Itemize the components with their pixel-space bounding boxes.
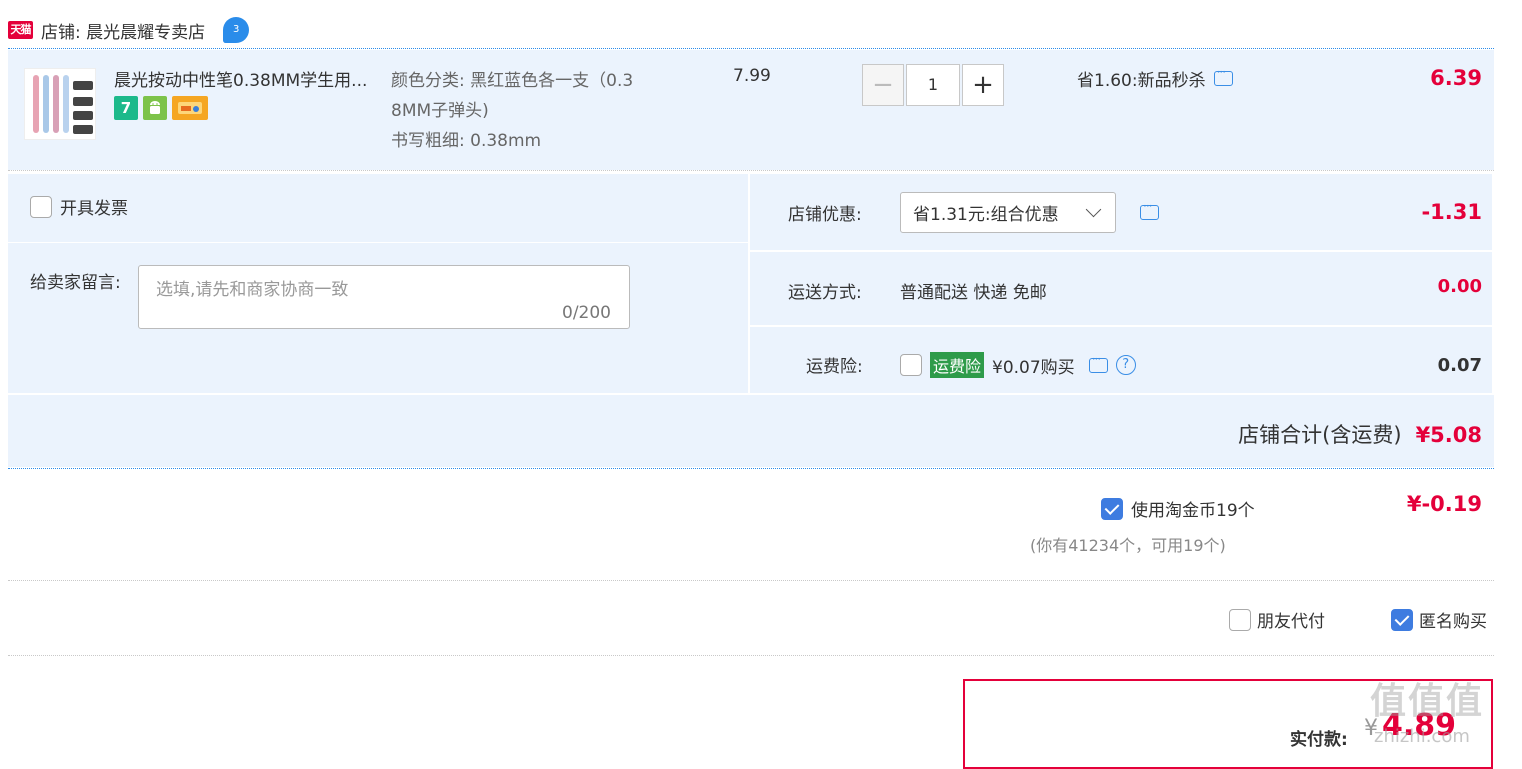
- chat-icon[interactable]: [1140, 199, 1159, 220]
- service-icons: 7: [114, 96, 208, 120]
- store-discount-value: -1.31: [1421, 200, 1482, 224]
- coin-label: 使用淘金币19个: [1131, 501, 1255, 521]
- help-icon[interactable]: ?: [1115, 355, 1136, 375]
- message-counter: 0/200: [562, 303, 611, 323]
- store-discount-selected: 省1.31元:组合优惠: [913, 205, 1059, 225]
- attr-color: 颜色分类: 黑红蓝色各一支（0.3: [391, 71, 634, 91]
- quantity-input[interactable]: 1: [906, 64, 960, 106]
- friend-pay-checkbox[interactable]: [1229, 608, 1251, 631]
- divider: [8, 468, 1494, 469]
- water-drop-icon[interactable]: 3: [223, 17, 250, 43]
- card-icon: [172, 96, 208, 120]
- unit-price: 7.99: [733, 66, 771, 86]
- insurance-fee: 0.07: [1437, 355, 1482, 376]
- store-total: 店铺合计(含运费) ¥5.08: [1238, 419, 1482, 449]
- insurance-badge: 运费险: [930, 352, 985, 378]
- anonymous-option[interactable]: 匿名购买: [1391, 607, 1487, 632]
- store-total-amount: ¥5.08: [1415, 423, 1482, 447]
- coin-note: (你有41234个，可用19个): [1030, 536, 1226, 555]
- message-placeholder: 选填,请先和商家协商一致: [156, 280, 349, 300]
- store-total-label: 店铺合计(含运费): [1238, 423, 1402, 447]
- promo-text: 省1.60:新品秒杀: [1077, 71, 1206, 91]
- coin-option[interactable]: 使用淘金币19个: [1101, 496, 1255, 521]
- friend-pay-label: 朋友代付: [1257, 612, 1325, 632]
- store-header: 天猫 店铺: 晨光晨耀专卖店 3: [8, 12, 250, 48]
- payment-label: 实付款:: [1290, 730, 1348, 750]
- watermark-logo: 值值值: [1370, 681, 1485, 722]
- divider: [8, 170, 1494, 171]
- chat-icon[interactable]: [1213, 65, 1233, 86]
- store-name[interactable]: 店铺: 晨光晨耀专卖店: [41, 18, 205, 43]
- chevron-down-icon: [1085, 201, 1102, 218]
- store-discount-select[interactable]: 省1.31元:组合优惠: [900, 192, 1116, 233]
- watermark-site: zhizhi.com: [1374, 726, 1470, 747]
- friend-pay-option[interactable]: 朋友代付: [1229, 607, 1325, 632]
- message-label: 给卖家留言:: [30, 273, 121, 293]
- attr-color-continued: 8MM子弹头): [391, 101, 489, 121]
- product-title[interactable]: 晨光按动中性笔0.38MM学生用...: [114, 66, 389, 91]
- insurance-label: 运费险:: [806, 357, 863, 377]
- tmall-logo-icon: 天猫: [8, 21, 33, 39]
- insurance-option: 运费险 ¥0.07购买 ?: [900, 352, 1136, 378]
- invoice-checkbox[interactable]: [30, 195, 52, 218]
- decrease-button[interactable]: −: [862, 64, 904, 106]
- seven-day-return-icon: 7: [114, 96, 138, 120]
- anonymous-checkbox[interactable]: [1391, 608, 1413, 631]
- insurance-checkbox[interactable]: [900, 354, 922, 376]
- shipping-method: 普通配送 快递 免邮: [900, 283, 1047, 303]
- coin-value: ¥-0.19: [1406, 492, 1482, 516]
- attr-width: 书写粗细: 0.38mm: [391, 131, 542, 151]
- invoice-label: 开具发票: [60, 199, 128, 219]
- coin-checkbox[interactable]: [1101, 497, 1123, 520]
- shipping-label: 运送方式:: [788, 283, 862, 303]
- item-total: 6.39: [1430, 66, 1482, 90]
- quantity-stepper: − 1 +: [862, 64, 1004, 106]
- divider: [8, 655, 1494, 656]
- android-icon: [143, 96, 167, 120]
- product-thumbnail[interactable]: [24, 68, 96, 140]
- divider: [8, 48, 1494, 49]
- store-discount-label: 店铺优惠:: [788, 205, 862, 225]
- anonymous-label: 匿名购买: [1419, 612, 1487, 632]
- insurance-price: ¥0.07购买: [992, 357, 1075, 378]
- chat-icon[interactable]: [1088, 352, 1108, 373]
- increase-button[interactable]: +: [962, 64, 1004, 106]
- item-promo: 省1.60:新品秒杀: [1077, 65, 1233, 91]
- invoice-option[interactable]: 开具发票: [30, 194, 128, 219]
- divider: [8, 580, 1494, 581]
- shipping-fee: 0.00: [1437, 276, 1482, 297]
